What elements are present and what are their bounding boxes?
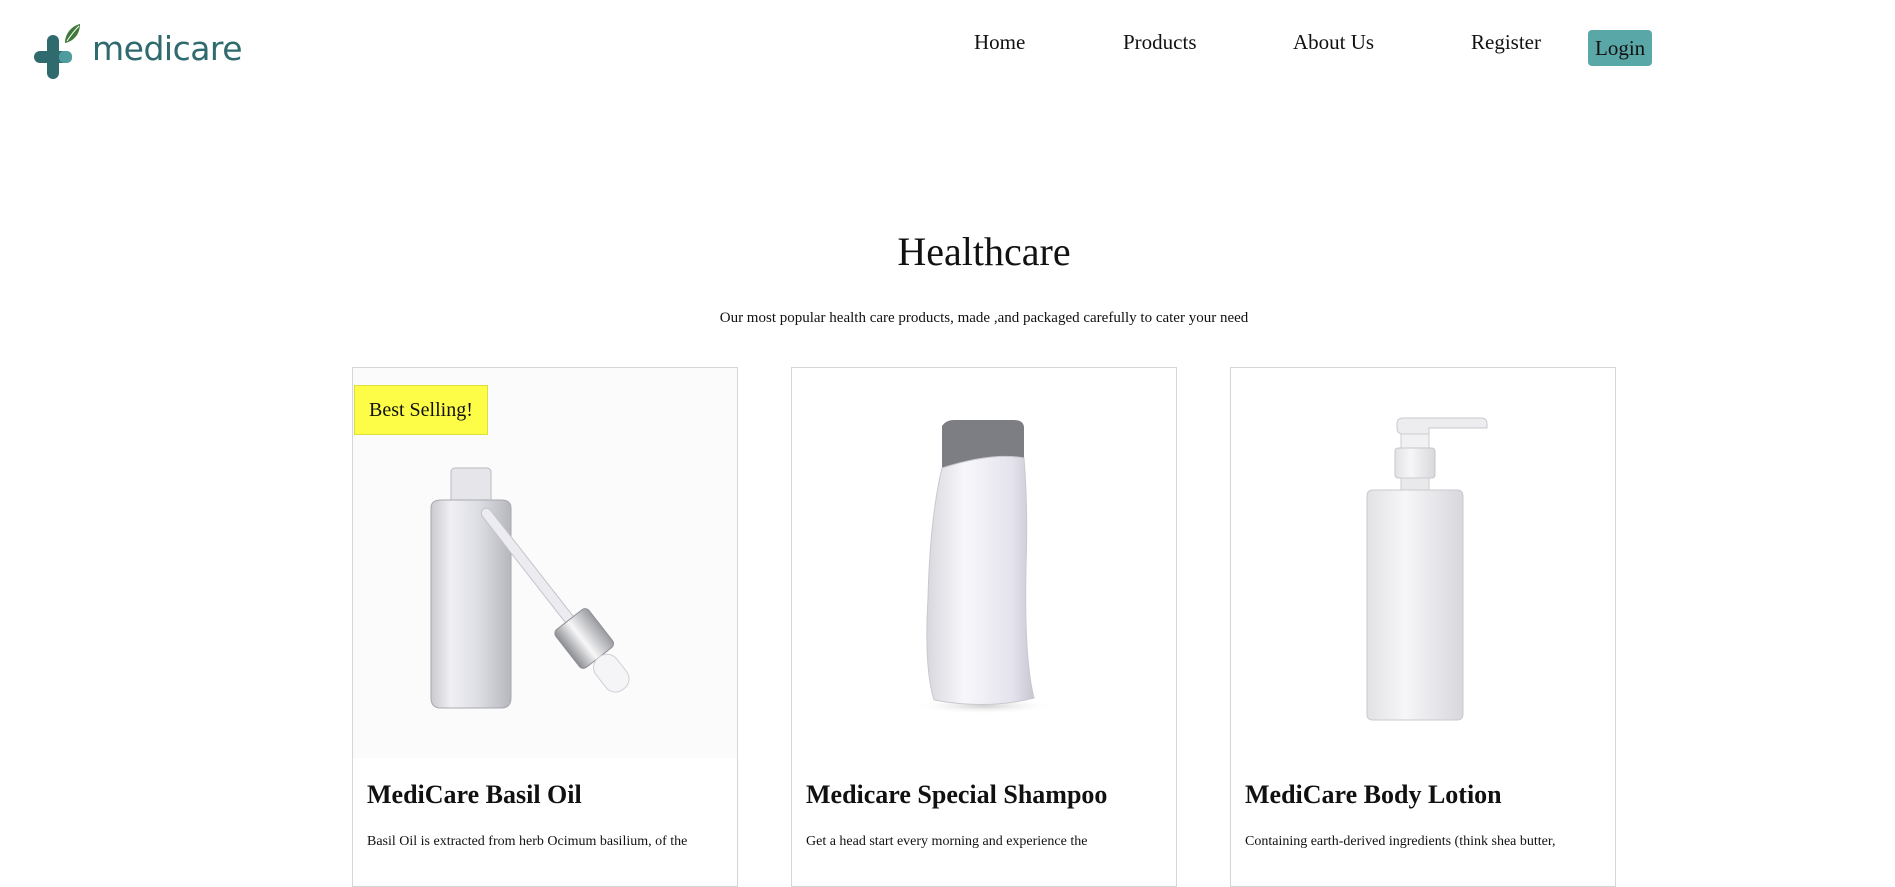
medicare-cross-leaf-icon	[34, 24, 80, 79]
product-name[interactable]: MediCare Basil Oil	[367, 780, 582, 810]
section-title: Healthcare	[897, 229, 1071, 274]
product-description: Basil Oil is extracted from herb Ocimum …	[367, 834, 688, 849]
body-lotion-pump-bottle-image	[1366, 417, 1488, 721]
login-button[interactable]: Login	[1588, 30, 1653, 66]
logo[interactable]: medicare	[34, 22, 243, 82]
product-name[interactable]: MediCare Body Lotion	[1245, 780, 1502, 810]
nav-register[interactable]: Register	[1471, 30, 1541, 55]
product-description: Get a head start every morning and exper…	[806, 834, 1088, 849]
best-selling-badge: Best Selling!	[354, 385, 488, 435]
product-name[interactable]: Medicare Special Shampoo	[806, 780, 1107, 810]
product-card[interactable]: MediCare Body Lotion Containing earth-de…	[1230, 367, 1616, 887]
product-card[interactable]: Best Selling! MediCare Basil Oil Basil O…	[352, 367, 738, 887]
nav-products[interactable]: Products	[1123, 30, 1197, 55]
shampoo-bottle-image	[912, 420, 1056, 714]
section-subtitle: Our most popular health care products, m…	[719, 310, 1249, 326]
logo-text: medicare	[92, 28, 243, 68]
product-card[interactable]: Medicare Special Shampoo Get a head star…	[791, 367, 1177, 887]
site-header: medicare Home Products About Us Register…	[0, 0, 1895, 100]
nav-home[interactable]: Home	[974, 30, 1025, 55]
nav-about-us[interactable]: About Us	[1293, 30, 1374, 55]
product-description: Containing earth-derived ingredients (th…	[1245, 834, 1556, 849]
